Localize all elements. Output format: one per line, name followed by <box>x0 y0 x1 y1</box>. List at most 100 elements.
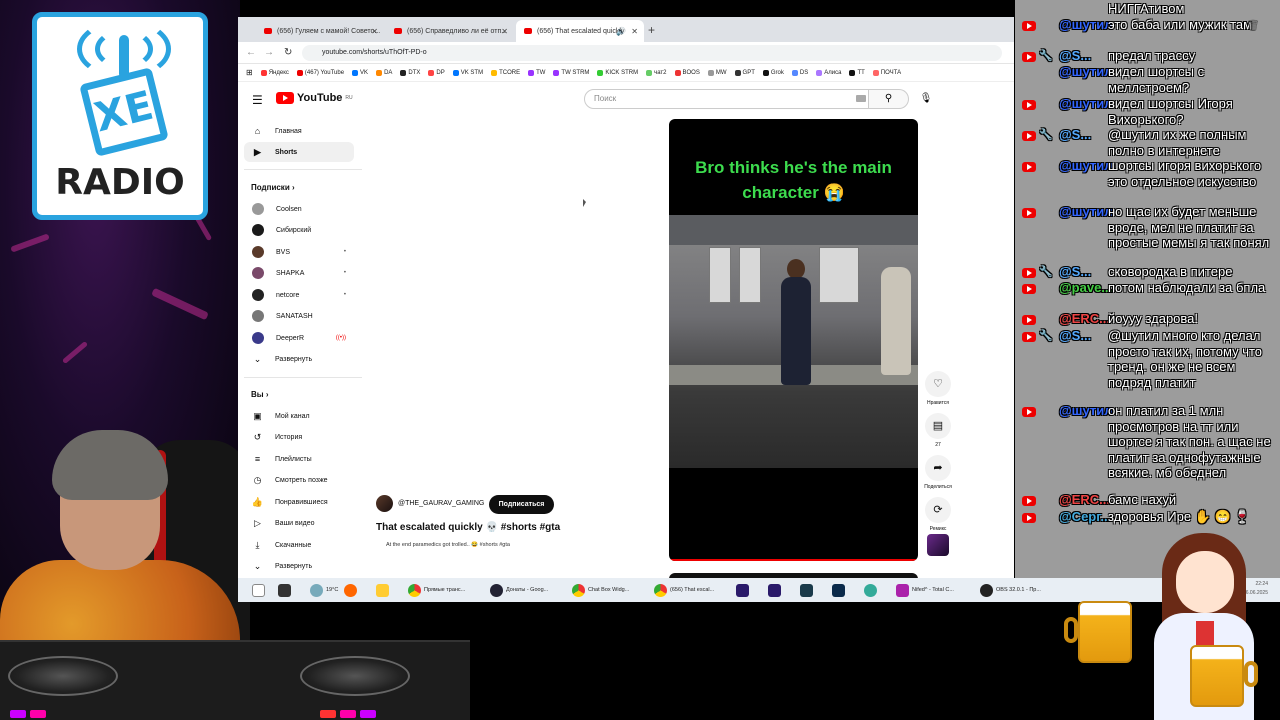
share-button[interactable]: ➦ Поделиться <box>920 455 956 490</box>
sidebar-item-watch-later[interactable]: ◷ Смотреть позже <box>244 470 354 490</box>
bookmark[interactable]: Яндекс <box>260 69 289 76</box>
trash-icon[interactable]: 🗑 <box>1246 19 1260 35</box>
browser-tab-active[interactable]: (656) That escalated quickly 🔊 ✕ <box>516 20 644 42</box>
bookmark[interactable]: DA <box>376 69 392 76</box>
forward-icon[interactable]: → <box>264 47 274 58</box>
close-icon[interactable]: ✕ <box>501 27 508 36</box>
shorts-player[interactable]: Bro thinks he's the main character 😭 <box>669 119 918 561</box>
sidebar-item-subscription[interactable]: netcore • <box>244 285 354 305</box>
shorts-icon: ▶ <box>254 146 261 157</box>
browser-tab[interactable]: (656) Гуляем с мамой! Совето... ✕ <box>256 20 384 42</box>
taskbar-item[interactable]: OBS 32.0.1 - Пр... <box>980 581 1041 599</box>
taskbar-premiere[interactable] <box>768 581 781 599</box>
bookmark[interactable]: BOOS <box>674 69 700 76</box>
taskbar-premiere[interactable] <box>736 581 749 599</box>
remix-button[interactable]: ⟳ Ремикс <box>920 497 956 532</box>
bookmark[interactable]: GPT <box>734 69 755 76</box>
sidebar-item-your-videos[interactable]: ▷ Ваши видео <box>244 513 354 533</box>
bookmark[interactable]: VK STM <box>452 69 483 76</box>
menu-icon[interactable]: ☰ <box>252 93 263 107</box>
video-progress-bar[interactable] <box>669 559 918 561</box>
sidebar-item-liked[interactable]: 👍 Понравившиеся <box>244 492 354 512</box>
bookmark[interactable]: DS <box>791 69 808 76</box>
bookmark[interactable]: ПОЧТА <box>872 69 901 76</box>
pad <box>10 710 26 718</box>
bookmark[interactable]: DTX <box>400 69 420 76</box>
bookmark[interactable]: DP <box>428 69 445 76</box>
sidebar-item-shorts[interactable]: ▶ Shorts <box>244 142 354 162</box>
sidebar-item-history[interactable]: ↺ История <box>244 427 354 447</box>
channel-info[interactable]: @THE_GAURAV_GAMING <box>376 495 484 512</box>
twitch-icon <box>553 69 560 76</box>
sidebar-item-subscription[interactable]: SHAPKA • <box>244 263 354 283</box>
bookmark[interactable]: Алиса <box>816 69 841 76</box>
speaker-icon[interactable]: 🔊 <box>616 27 626 36</box>
sidebar-item-subscription[interactable]: DeeperR ((•)) <box>244 328 354 348</box>
sidebar-item-subscription[interactable]: Сибирский <box>244 220 354 240</box>
avatar <box>252 332 264 344</box>
comments-button[interactable]: ▤ 27 <box>920 413 956 448</box>
sidebar-expand-you[interactable]: ⌄ Развернуть <box>244 556 354 576</box>
bookmark[interactable]: TW <box>528 69 545 76</box>
keyboard-icon[interactable] <box>856 95 866 102</box>
search-input[interactable]: Поиск <box>584 89 869 109</box>
taskview-button[interactable] <box>278 581 291 599</box>
chat-username: @S... <box>1059 127 1092 142</box>
apps-grid-icon[interactable]: ⊞ <box>246 68 253 77</box>
new-tab-button[interactable]: + <box>648 23 655 37</box>
youtube-logo[interactable]: YouTube RU <box>276 92 353 104</box>
bookmark-label: KICK STRM <box>605 69 639 76</box>
bookmark[interactable]: MW <box>707 69 727 76</box>
reload-icon[interactable]: ↻ <box>284 47 292 58</box>
sidebar-expand-subscriptions[interactable]: ⌄ Развернуть <box>244 349 354 369</box>
taskbar-item[interactable]: Chat Box Widg... <box>572 581 629 599</box>
bookmark[interactable]: TT <box>849 69 865 76</box>
taskbar-explorer[interactable] <box>376 581 389 599</box>
channel-name[interactable]: @THE_GAURAV_GAMING <box>398 500 484 507</box>
back-icon[interactable]: ← <box>246 47 256 58</box>
sidebar-item-subscription[interactable]: Coolsen <box>244 199 354 219</box>
taskbar-photoshop[interactable] <box>832 581 845 599</box>
bookmark[interactable]: TCORE <box>491 69 520 76</box>
like-button[interactable]: ♡ Нравится <box>920 371 956 406</box>
browser-tab[interactable]: (656) Справедливо ли её отп... ✕ <box>386 20 514 42</box>
taskbar-firefox[interactable] <box>344 581 357 599</box>
beer-mug-icon <box>1064 601 1132 663</box>
taskbar-item[interactable]: Донаты - Goog... <box>490 581 548 599</box>
bookmark[interactable]: чат2 <box>646 69 667 76</box>
mic-icon[interactable]: 🎙 <box>917 90 935 108</box>
start-button[interactable] <box>252 581 265 599</box>
bookmark[interactable]: KICK STRM <box>597 69 639 76</box>
bookmark[interactable]: VK <box>352 69 368 76</box>
message-text: @шутил их же полным полно в интернете <box>1108 127 1247 158</box>
taskbar-browser[interactable] <box>864 581 877 599</box>
sidebar-item-subscription[interactable]: BVS • <box>244 242 354 262</box>
youtube-header: ☰ YouTube RU Поиск ⚲ 🎙 <box>238 82 1014 116</box>
taskbar-audition[interactable] <box>800 581 813 599</box>
taskbar-item[interactable]: Nifed^ - Total C... <box>896 581 954 599</box>
you-heading[interactable]: Вы › <box>251 390 269 399</box>
police-officer <box>781 277 811 385</box>
sound-thumbnail[interactable] <box>927 534 949 556</box>
sidebar-item-playlists[interactable]: ≡ Плейлисты <box>244 449 354 469</box>
bookmark[interactable]: (467) YouTube <box>296 69 344 76</box>
url-field[interactable]: youtube.com/shorts/uThOfT-PD-o <box>302 45 1002 61</box>
weather-widget[interactable]: 19°C <box>310 581 338 599</box>
sidebar-item-downloads[interactable]: ⤓ Скачанные <box>244 535 354 555</box>
chat-username: @ERC... <box>1059 311 1110 326</box>
taskbar-item-active[interactable]: (656) That escal... <box>654 581 714 599</box>
sidebar-item-subscription[interactable]: SANATASH <box>244 306 354 326</box>
subscriptions-heading[interactable]: Подписки › <box>251 183 295 192</box>
light-streak <box>10 233 50 253</box>
channel-avatar[interactable] <box>376 495 393 512</box>
tab-title: (656) Гуляем с мамой! Совето... <box>277 27 381 35</box>
subscribe-button[interactable]: Подписаться <box>489 495 554 514</box>
close-icon[interactable]: ✕ <box>371 27 378 36</box>
sidebar-item-home[interactable]: ⌂ Главная <box>244 121 354 141</box>
close-icon[interactable]: ✕ <box>631 27 638 36</box>
taskbar-item[interactable]: Прямые транс... <box>408 581 465 599</box>
sidebar-item-my-channel[interactable]: ▣ Мой канал <box>244 406 354 426</box>
bookmark[interactable]: TW STRM <box>553 69 589 76</box>
search-button[interactable]: ⚲ <box>869 89 909 109</box>
bookmark[interactable]: Grok <box>762 69 784 76</box>
